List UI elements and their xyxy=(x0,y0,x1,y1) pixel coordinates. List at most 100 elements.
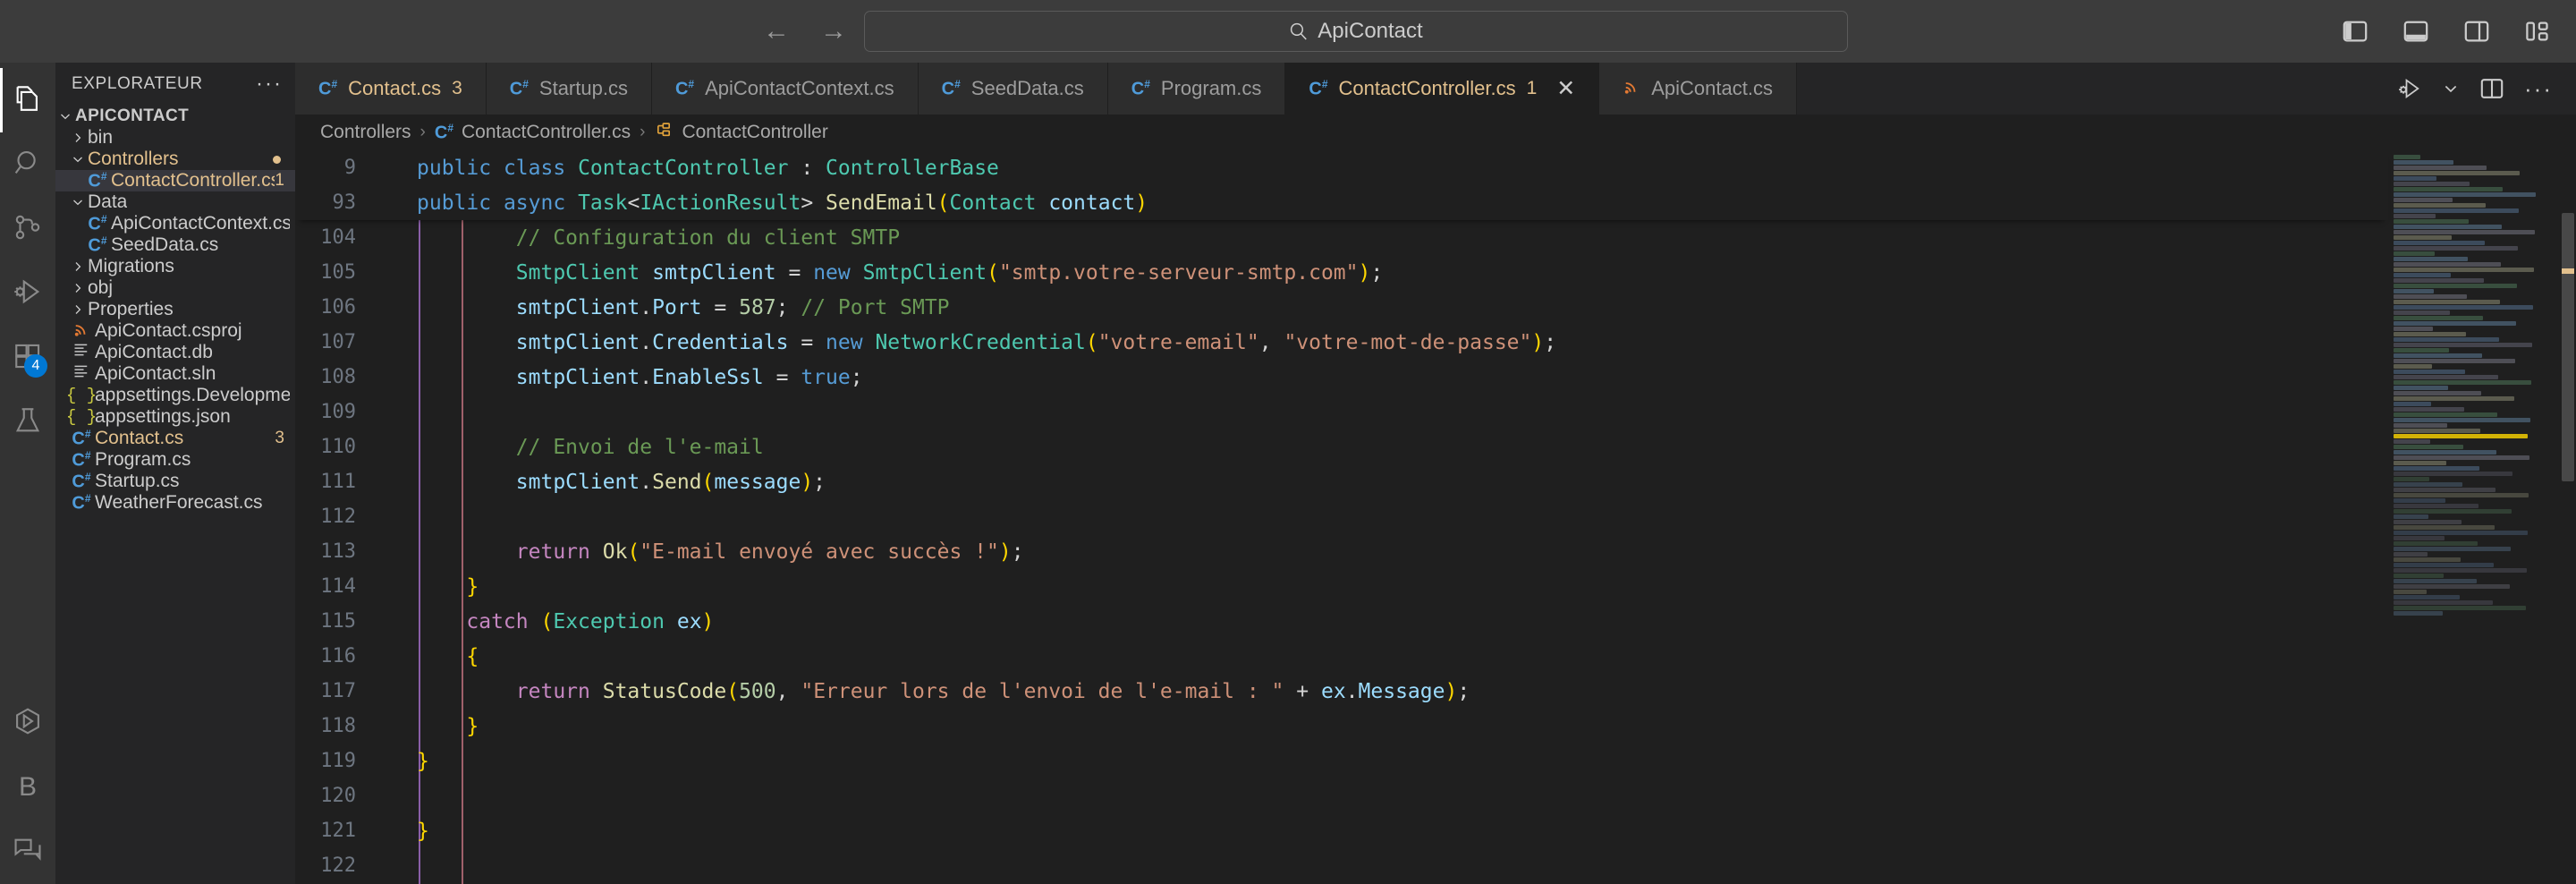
sticky-scroll[interactable]: 9 public class ContactController : Contro… xyxy=(295,150,2388,220)
tree-root-apicontact[interactable]: APICONTACT xyxy=(55,106,295,127)
code-line[interactable]: 111 smtpClient.Send(message); xyxy=(295,464,2388,499)
tree-item-apicontact-db[interactable]: ApiContact.db xyxy=(55,342,295,363)
code-line[interactable]: 119} xyxy=(295,744,2388,778)
breadcrumb-item-file[interactable]: C# ContactController.cs xyxy=(435,122,631,144)
tree-item-apicontact-sln[interactable]: ApiContact.sln xyxy=(55,363,295,385)
editor-tab-contact-cs[interactable]: C# Contact.cs 3 xyxy=(295,63,487,115)
activity-bar-item-search[interactable] xyxy=(0,132,55,197)
csharp-icon: C# xyxy=(68,449,95,472)
code-line[interactable]: 122 xyxy=(295,848,2388,883)
tree-item-contact-cs[interactable]: C# Contact.cs 3 xyxy=(55,428,295,449)
activity-bar-item-source-control[interactable] xyxy=(0,197,55,261)
split-editor-icon[interactable] xyxy=(2479,76,2504,101)
tree-item-label: Startup.cs xyxy=(95,471,180,491)
editor-tab-apicontactcontext-cs[interactable]: C# ApiContactContext.cs xyxy=(651,63,919,115)
activity-bar-item-docker[interactable] xyxy=(0,691,55,755)
code-line[interactable]: 120 xyxy=(295,778,2388,813)
more-actions-icon[interactable]: ··· xyxy=(2524,76,2553,100)
breadcrumb-label: ContactController.cs xyxy=(462,122,631,142)
editor-tab-startup-cs[interactable]: C# Startup.cs xyxy=(486,63,652,115)
minimap-line xyxy=(2394,557,2461,562)
back-icon[interactable]: ← xyxy=(758,13,794,49)
sticky-line[interactable]: 93 public async Task<IActionResult> SendE… xyxy=(295,185,2388,220)
tree-item-migrations[interactable]: Migrations xyxy=(55,256,295,277)
line-text: { xyxy=(466,644,479,668)
breadcrumb-item-folder[interactable]: Controllers xyxy=(320,122,411,143)
tree-item-data[interactable]: Data xyxy=(55,191,295,213)
toggle-secondary-sidebar-icon[interactable] xyxy=(2460,14,2494,48)
code-line[interactable]: 116 { xyxy=(295,639,2388,674)
code-line[interactable]: 115 catch (Exception ex) xyxy=(295,604,2388,639)
minimap[interactable] xyxy=(2388,150,2576,884)
activity-bar-item-explorer[interactable] xyxy=(0,68,55,132)
editor-tab-seeddata-cs[interactable]: C# SeedData.cs xyxy=(918,63,1108,115)
activity-bar-item-chat[interactable] xyxy=(0,820,55,884)
activity-bar-item-extensions[interactable]: 4 xyxy=(0,326,55,390)
code-line[interactable]: 113 return Ok("E-mail envoyé avec succès… xyxy=(295,534,2388,569)
forward-icon[interactable]: → xyxy=(816,13,852,49)
line-text: smtpClient.Port = 587; // Port SMTP xyxy=(515,295,950,319)
editor-tab-problem-count: 1 xyxy=(1526,78,1538,98)
sidebar-header: EXPLORATEUR ··· xyxy=(55,63,295,106)
code-editor[interactable]: 104 // Configuration du client SMTP 105 S… xyxy=(295,150,2576,884)
close-icon[interactable]: ✕ xyxy=(1556,77,1575,100)
line-number: 117 xyxy=(320,680,356,702)
tree-item-startup-cs[interactable]: C# Startup.cs xyxy=(55,471,295,492)
tree-item-apicontact-csproj[interactable]: ApiContact.csproj xyxy=(55,320,295,342)
minimap-line xyxy=(2394,359,2515,363)
chevron-down-icon[interactable] xyxy=(2442,80,2460,98)
activity-bar: 4 B xyxy=(0,63,55,884)
tree-item-controllers[interactable]: Controllers xyxy=(55,149,295,170)
minimap-line xyxy=(2394,251,2435,256)
tree-item-appsettings-json[interactable]: { } appsettings.json xyxy=(55,406,295,428)
minimap-line xyxy=(2394,348,2449,353)
tree-item-contactcontroller-cs[interactable]: C# ContactController.cs 1 xyxy=(55,170,295,191)
tree-item-apicontactcontext-cs[interactable]: C# ApiContactContext.cs xyxy=(55,213,295,234)
customize-layout-icon[interactable] xyxy=(2521,14,2555,48)
breadcrumb-separator: › xyxy=(640,123,646,141)
tree-item-weatherforecast-cs[interactable]: C# WeatherForecast.cs xyxy=(55,492,295,514)
tree-item-program-cs[interactable]: C# Program.cs xyxy=(55,449,295,471)
sidebar-title: EXPLORATEUR xyxy=(72,74,203,93)
sticky-line[interactable]: 9 public class ContactController : Contro… xyxy=(295,150,2388,185)
tree-item-seeddata-cs[interactable]: C# SeedData.cs xyxy=(55,234,295,256)
toggle-panel-icon[interactable] xyxy=(2399,14,2433,48)
editor-tab-contactcontroller-cs[interactable]: C# ContactController.cs 1 ✕ xyxy=(1285,63,1600,115)
activity-bar-item-run-and-debug[interactable] xyxy=(0,261,55,326)
command-center-search[interactable]: ApiContact xyxy=(864,11,1848,52)
toggle-primary-sidebar-icon[interactable] xyxy=(2338,14,2372,48)
activity-bar-item-testing[interactable] xyxy=(0,390,55,455)
activity-bar-item-bitwarden[interactable]: B xyxy=(0,755,55,820)
sidebar-more-actions-icon[interactable]: ··· xyxy=(256,73,283,95)
tree-item-label: ApiContact.db xyxy=(95,342,213,362)
run-and-debug-icon[interactable] xyxy=(2397,76,2422,101)
code-line[interactable]: 104 // Configuration du client SMTP xyxy=(295,220,2388,255)
code-line[interactable]: 121} xyxy=(295,813,2388,848)
line-number: 105 xyxy=(320,261,356,284)
breadcrumb: Controllers › C# ContactController.cs › … xyxy=(295,115,2576,150)
code-line[interactable]: 109 xyxy=(295,395,2388,429)
code-line[interactable]: 114 } xyxy=(295,569,2388,604)
editor-tab-program-cs[interactable]: C# Program.cs xyxy=(1107,63,1286,115)
code-line[interactable]: 108 smtpClient.EnableSsl = true; xyxy=(295,360,2388,395)
editor-scrollbar[interactable] xyxy=(2560,150,2576,884)
code-line[interactable]: 110 // Envoi de l'e-mail xyxy=(295,429,2388,464)
tree-item-obj[interactable]: obj xyxy=(55,277,295,299)
code-line[interactable]: 118 } xyxy=(295,709,2388,744)
minimap-line xyxy=(2394,536,2445,540)
run-debug-icon xyxy=(13,276,43,311)
breadcrumb-item-symbol[interactable]: ContactController xyxy=(654,120,828,145)
minimap-line xyxy=(2394,305,2533,310)
tree-item-appsettings-development-json[interactable]: { }appsettings.Development.json xyxy=(55,385,295,406)
csharp-icon: C# xyxy=(72,427,91,449)
code-line[interactable]: 112 xyxy=(295,499,2388,534)
code-line[interactable]: 106 smtpClient.Port = 587; // Port SMTP xyxy=(295,290,2388,325)
tree-item-bin[interactable]: bin xyxy=(55,127,295,149)
code-line[interactable]: 107 smtpClient.Credentials = new Network… xyxy=(295,325,2388,360)
tree-item-properties[interactable]: Properties xyxy=(55,299,295,320)
lines-icon xyxy=(72,341,90,364)
code-line[interactable]: 117 return StatusCode(500, "Erreur lors … xyxy=(295,674,2388,709)
editor-tab-apicontact-cs[interactable]: ApiContact.cs xyxy=(1599,63,1797,115)
line-number: 121 xyxy=(320,820,356,842)
code-line[interactable]: 105 SmtpClient smtpClient = new SmtpClie… xyxy=(295,255,2388,290)
